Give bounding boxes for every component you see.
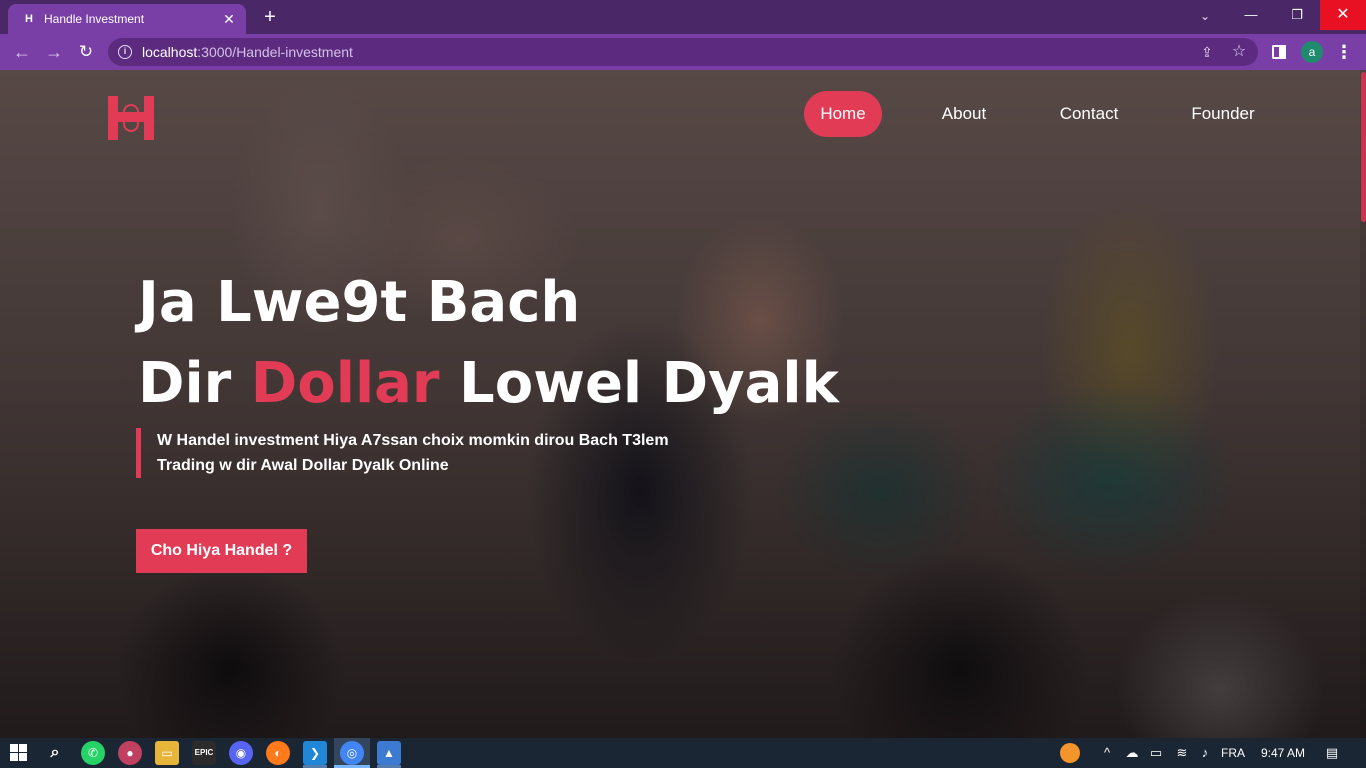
share-icon[interactable]: ⇪ xyxy=(1198,43,1216,61)
restore-window-button[interactable]: ❐ xyxy=(1274,0,1320,30)
firefox-icon[interactable]: ◐ xyxy=(266,741,290,765)
browser-toolbar: ← → ↻ i localhost:3000/Handel-investment… xyxy=(0,34,1366,70)
search-icon[interactable]: ⌕ xyxy=(43,741,67,765)
discord-icon[interactable]: ◉ xyxy=(229,741,253,765)
headline-suffix: Lowel Dyalk xyxy=(439,351,839,416)
windows-taskbar: ⌕ ✆ ● ▭ EPIC ◉ ◐ ❯ ◎ ▲ ^ ☁ ▭ ≋ ♪ FRA 9:4… xyxy=(0,738,1366,768)
close-window-button[interactable]: ✕ xyxy=(1320,0,1366,30)
page-scrollbar[interactable] xyxy=(1360,70,1366,738)
hero-subtext: W Handel investment Hiya A7ssan choix mo… xyxy=(136,428,696,478)
url-host: localhost xyxy=(142,44,198,60)
address-url[interactable]: localhost:3000/Handel-investment xyxy=(142,44,353,60)
headline-prefix: Dir xyxy=(138,351,251,416)
nav-home[interactable]: Home xyxy=(804,91,882,137)
show-hidden-icons-chevron-icon[interactable]: ^ xyxy=(1098,743,1116,763)
headline-accent-word: Dollar xyxy=(250,351,440,416)
epic-games-icon[interactable]: EPIC xyxy=(192,741,216,765)
nav-contact[interactable]: Contact xyxy=(1054,91,1124,137)
volume-icon[interactable]: ♪ xyxy=(1195,743,1215,763)
forward-arrow-icon[interactable]: → xyxy=(41,39,67,65)
file-explorer-icon[interactable]: ▭ xyxy=(155,741,179,765)
bookmark-star-icon[interactable]: ☆ xyxy=(1230,43,1248,61)
hero-headline-line2: Dir Dollar Lowel Dyalk xyxy=(138,345,839,423)
tab-search-icon[interactable]: ⌄ xyxy=(1192,3,1218,29)
tab-title: Handle Investment xyxy=(44,12,145,26)
whatsapp-icon[interactable]: ✆ xyxy=(81,741,105,765)
page-viewport: Home About Contact Founder Ja Lwe9t Bach… xyxy=(0,70,1366,738)
site-info-icon[interactable]: i xyxy=(118,45,132,59)
side-panel-icon[interactable] xyxy=(1270,43,1288,61)
close-tab-icon[interactable]: ✕ xyxy=(220,10,238,28)
minimize-window-button[interactable]: — xyxy=(1228,0,1274,30)
address-bar[interactable]: i localhost:3000/Handel-investment ⇪ ☆ xyxy=(108,38,1258,66)
new-tab-button[interactable]: + xyxy=(258,5,282,29)
notification-center-icon[interactable]: ▤ xyxy=(1320,743,1344,763)
photos-icon[interactable]: ▲ xyxy=(377,741,401,765)
nav-founder[interactable]: Founder xyxy=(1186,91,1260,137)
chrome-icon[interactable]: ◎ xyxy=(340,741,364,765)
onedrive-cloud-icon[interactable]: ☁ xyxy=(1122,743,1142,763)
cta-button[interactable]: Cho Hiya Handel ? xyxy=(136,529,307,573)
wifi-icon[interactable]: ≋ xyxy=(1172,743,1192,763)
system-clock[interactable]: 9:47 AM xyxy=(1256,743,1310,763)
reload-icon[interactable]: ↻ xyxy=(73,39,99,65)
tray-app-icon[interactable] xyxy=(1060,743,1080,763)
input-language[interactable]: FRA xyxy=(1220,743,1246,763)
handel-logo[interactable] xyxy=(108,96,154,140)
site-favicon-icon: H xyxy=(25,13,33,25)
chrome-menu-icon[interactable]: ⋮ xyxy=(1334,39,1354,65)
windows-start-icon[interactable] xyxy=(8,741,32,765)
browser-tab-strip: H Handle Investment ✕ + ⌄ — ❐ ✕ xyxy=(0,0,1366,34)
scrollbar-thumb[interactable] xyxy=(1361,72,1366,222)
back-arrow-icon[interactable]: ← xyxy=(9,39,35,65)
browser-tab[interactable]: H Handle Investment ✕ xyxy=(8,4,246,34)
profile-avatar[interactable]: a xyxy=(1301,41,1323,63)
bandicam-icon[interactable]: ● xyxy=(118,741,142,765)
battery-icon[interactable]: ▭ xyxy=(1146,743,1166,763)
url-path: :3000/Handel-investment xyxy=(197,44,353,60)
vscode-icon[interactable]: ❯ xyxy=(303,741,327,765)
hero-headline-line1: Ja Lwe9t Bach xyxy=(138,270,581,335)
nav-about[interactable]: About xyxy=(932,91,996,137)
